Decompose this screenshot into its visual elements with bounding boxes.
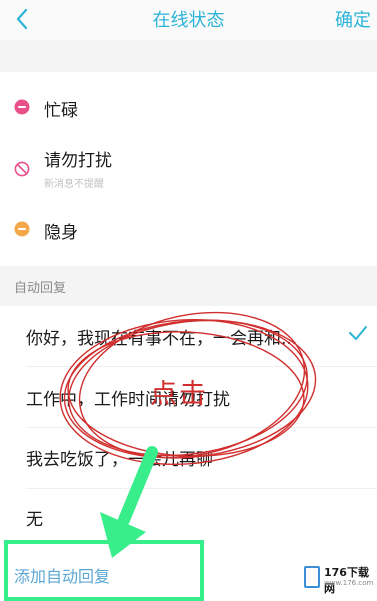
status-sublabel: 新消息不提醒 (44, 179, 104, 190)
highlight-box (4, 540, 204, 601)
top-spacer (0, 40, 377, 72)
status-option-dnd[interactable]: 请勿打扰 新消息不提醒 (0, 140, 377, 196)
busy-icon (14, 99, 30, 115)
check-icon (349, 326, 367, 340)
section-label: 自动回复 (14, 281, 67, 296)
reply-text: 无 (26, 510, 43, 530)
confirm-button[interactable]: 确定 (335, 6, 371, 32)
status-label: 请勿打扰 (44, 151, 112, 171)
click-annotation-label: 点击 (150, 379, 208, 410)
reply-text: 我去吃饭了，一会儿再聊 (26, 450, 213, 470)
status-option-invisible[interactable]: 隐身 (0, 208, 377, 252)
watermark-logo-icon (304, 566, 320, 588)
reply-item[interactable]: 我去吃饭了，一会儿再聊 (0, 428, 377, 488)
watermark: 176下载网 www.176.com (300, 558, 374, 596)
page-title: 在线状态 (152, 10, 225, 31)
nav-bar: 在线状态 确定 (0, 0, 377, 40)
reply-text: 你好，我现在有事不在，一会再和... (26, 329, 298, 349)
watermark-domain: www.176.com (324, 579, 374, 587)
status-option-busy[interactable]: 忙碌 (0, 86, 377, 130)
do-not-disturb-icon (14, 161, 30, 177)
invisible-icon (14, 221, 30, 237)
reply-item[interactable]: 你好，我现在有事不在，一会再和... (0, 306, 377, 366)
status-label: 隐身 (44, 223, 78, 243)
status-label: 忙碌 (44, 101, 78, 121)
